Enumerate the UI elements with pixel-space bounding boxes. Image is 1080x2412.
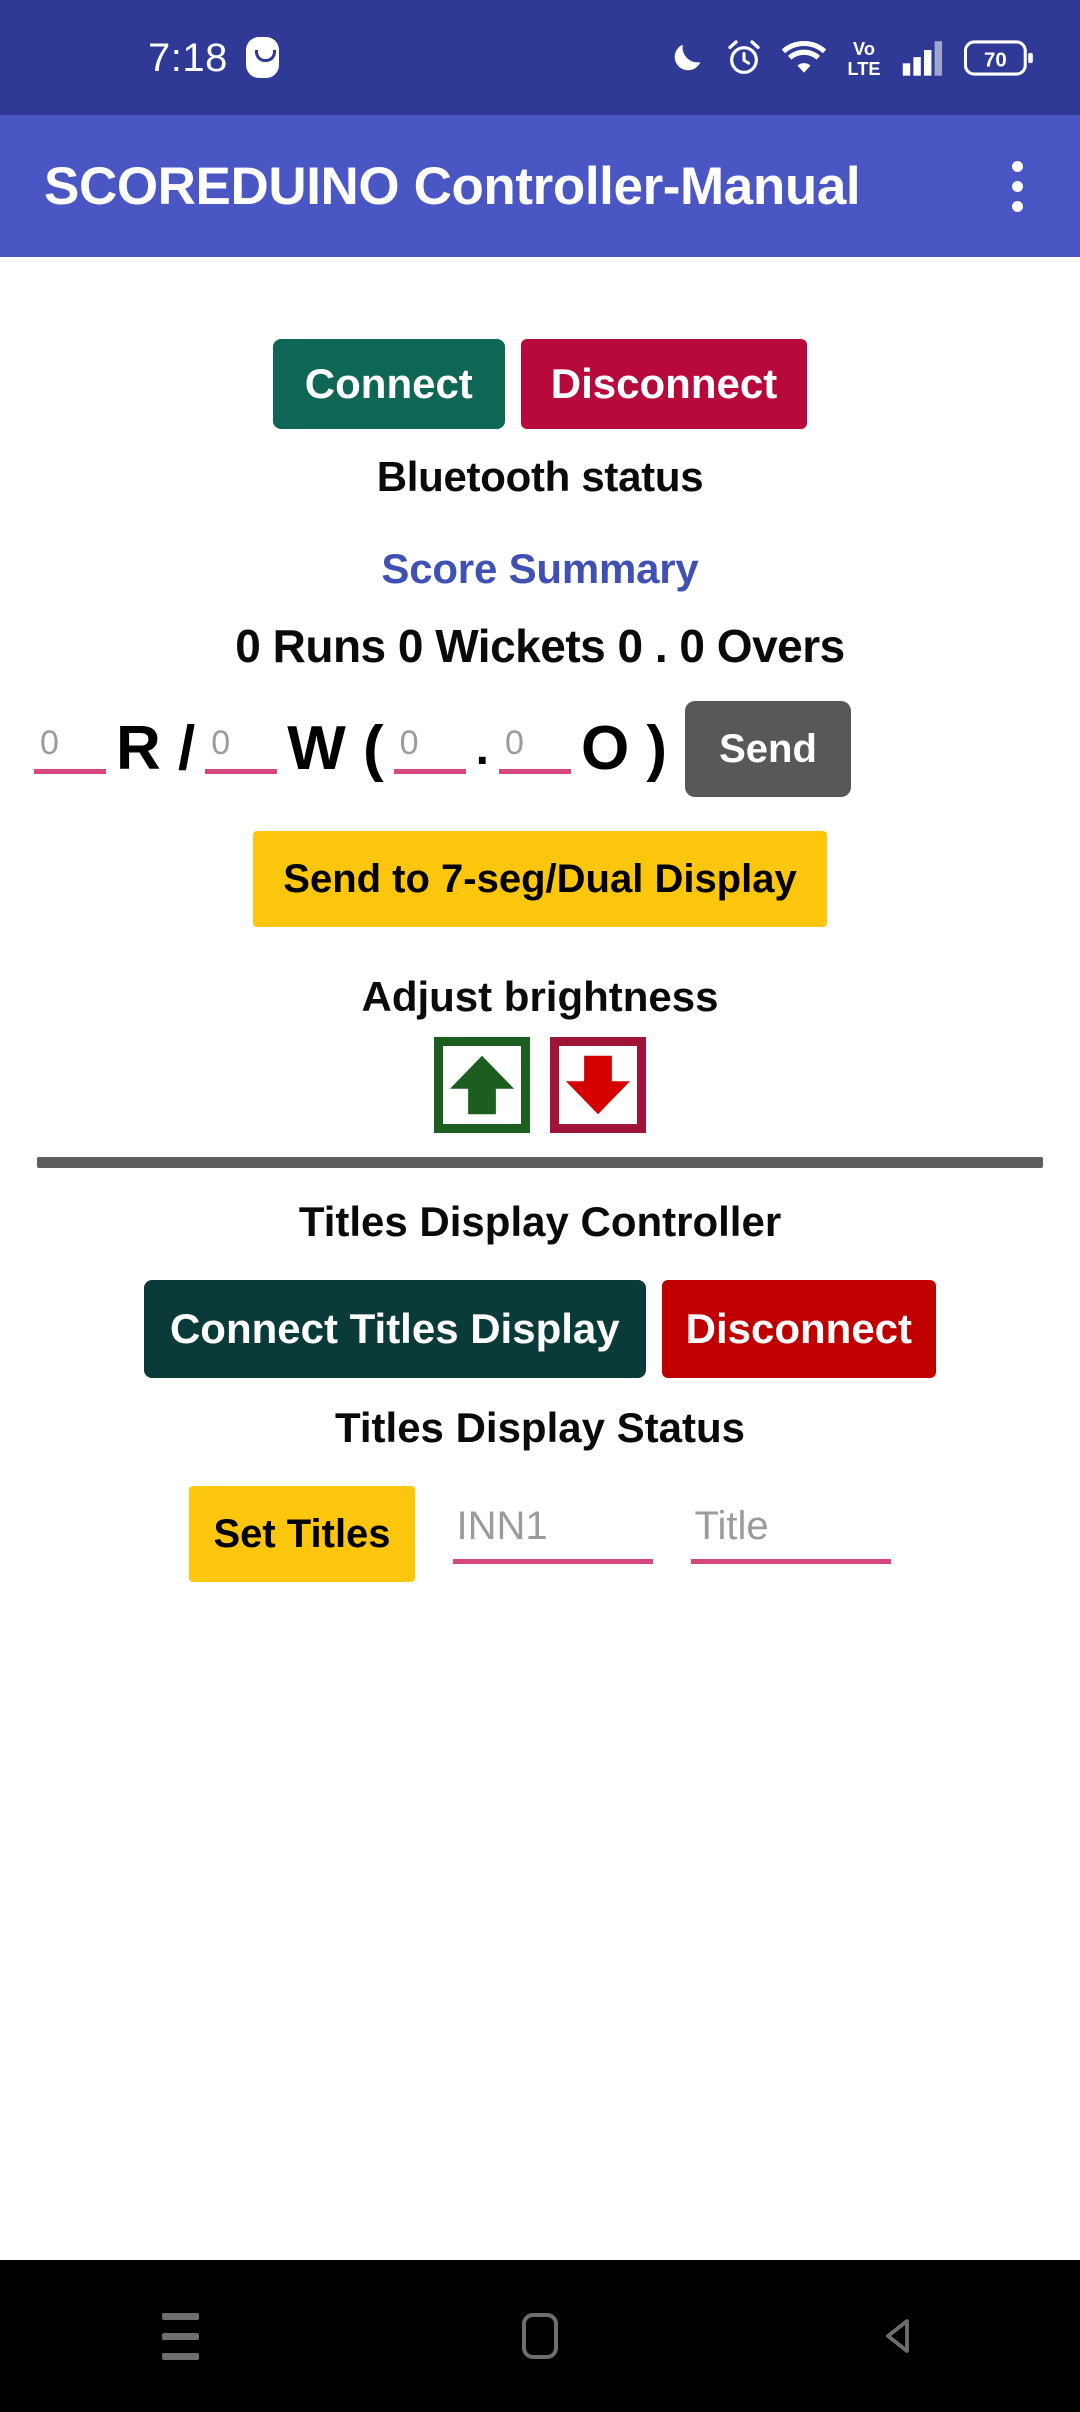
brightness-up-button[interactable] [434,1037,530,1133]
do-not-disturb-moon-icon [674,44,701,70]
section-divider [37,1157,1043,1168]
app-bar: SCOREDUINO Controller-Manual [0,115,1080,257]
battery-icon: 70 [964,39,1033,76]
battery-level-text: 70 [984,49,1007,71]
svg-text:LTE: LTE [847,58,880,78]
adjust-brightness-label: Adjust brightness [361,973,719,1020]
status-bar: 7:18 Vo LTE 70 [0,0,1080,115]
home-button[interactable] [465,2260,615,2412]
svg-text:Vo: Vo [853,39,875,59]
system-navigation-bar [0,2260,1080,2412]
brightness-down-button[interactable] [550,1037,646,1133]
app-title: SCOREDUINO Controller-Manual [44,156,861,216]
back-triangle-icon [886,2319,909,2353]
home-icon [522,2313,558,2359]
volte-icon: Vo LTE [847,39,880,79]
recents-button[interactable] [105,2260,255,2412]
bluetooth-status-label: Bluetooth status [376,453,704,500]
back-button[interactable] [825,2260,975,2412]
overflow-dot [1011,200,1023,212]
phone-screen: 7:18 Vo LTE 70 SCOREDUINO Controller-Man… [0,0,1080,2412]
wifi-icon [781,40,827,73]
wickets-symbol: W ( [287,714,384,783]
connect-titles-display-button[interactable]: Connect Titles Display [143,1280,646,1378]
title-input[interactable] [690,1504,891,1564]
score-summary-value: 0 Runs 0 Wickets 0 . 0 Overs [235,620,845,672]
connect-button[interactable]: Connect [272,339,505,429]
score-input-row: R / W ( . O ) Send [0,701,1080,797]
runs-input[interactable] [34,724,106,774]
alarm-clock-icon [728,39,760,74]
decimal-separator: . [475,722,489,775]
disconnect-titles-button[interactable]: Disconnect [661,1280,937,1378]
smile-face-icon [245,37,279,78]
hamburger-recents-icon [161,2312,199,2360]
innings-input[interactable] [452,1504,653,1564]
overflow-dot [1011,180,1023,192]
arrow-up-icon [449,1055,515,1115]
send-to-7seg-display-button[interactable]: Send to 7-seg/Dual Display [253,831,827,927]
status-bar-clock: 7:18 [148,35,228,80]
runs-symbol: R / [116,714,196,783]
main-content: Connect Disconnect Bluetooth status Scor… [0,257,1080,2260]
disconnect-button[interactable]: Disconnect [520,339,808,429]
status-bar-left: 7:18 [148,37,279,78]
set-titles-row: Set Titles [189,1486,891,1582]
brightness-button-row [434,1037,646,1133]
balls-input[interactable] [498,724,571,774]
overs-symbol: O ) [580,714,668,783]
titles-button-row: Connect Titles Display Disconnect [143,1280,937,1378]
titles-display-controller-title: Titles Display Controller [298,1198,782,1245]
cellular-signal-icon [902,40,943,76]
overflow-menu-icon[interactable] [990,146,1044,226]
bluetooth-button-row: Connect Disconnect [272,339,808,429]
overflow-dot [1011,160,1023,172]
titles-display-status-label: Titles Display Status [334,1404,746,1451]
score-summary-title: Score Summary [381,545,699,592]
set-titles-button[interactable]: Set Titles [189,1486,415,1582]
overs-input[interactable] [393,724,466,774]
status-bar-right: Vo LTE 70 [667,37,1034,79]
arrow-down-icon [565,1055,631,1115]
wickets-input[interactable] [205,724,278,774]
send-button[interactable]: Send [685,701,851,797]
